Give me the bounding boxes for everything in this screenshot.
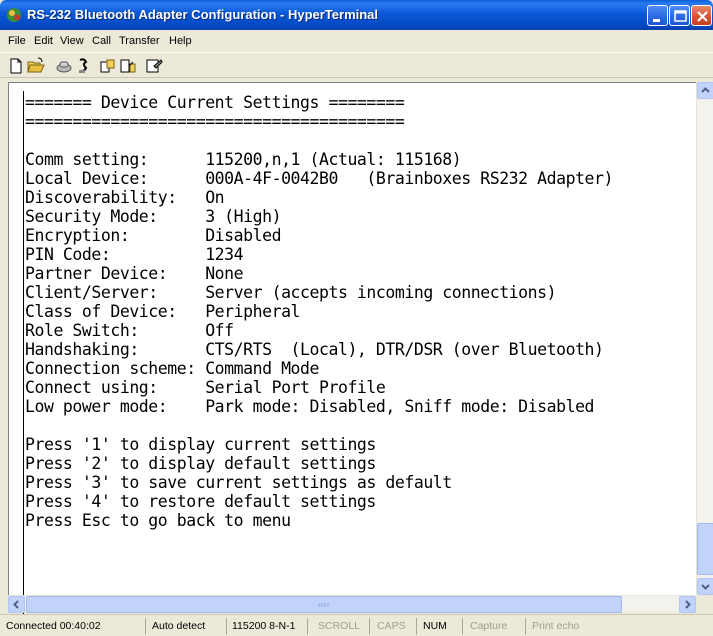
terminal-line: Local Device: 000A-4F-0042B0 (Brainboxes… xyxy=(25,169,613,188)
terminal-line: PIN Code: 1234 xyxy=(25,245,244,264)
terminal-line: Client/Server: Server (accepts incoming … xyxy=(25,283,557,302)
grip-icon xyxy=(318,603,329,607)
menu-view[interactable]: View xyxy=(60,35,84,47)
terminal-line: Press '4' to restore default settings xyxy=(25,492,376,511)
terminal-line: Handshaking: CTS/RTS (Local), DTR/DSR (o… xyxy=(25,340,604,359)
status-caps: CAPS xyxy=(377,618,417,635)
close-icon xyxy=(697,11,708,22)
terminal-line: Discoverability: On xyxy=(25,188,225,207)
receive-icon[interactable] xyxy=(118,56,138,76)
terminal-line: ======= Device Current Settings ======== xyxy=(25,93,405,112)
status-connected: Connected 00:40:02 xyxy=(6,618,146,635)
chevron-down-icon xyxy=(701,584,710,590)
terminal-line: Role Switch: Off xyxy=(25,321,234,340)
terminal-output[interactable]: ======= Device Current Settings ========… xyxy=(25,93,695,583)
send-icon[interactable] xyxy=(98,56,118,76)
terminal-line: Encryption: Disabled xyxy=(25,226,282,245)
chevron-right-icon xyxy=(685,600,691,609)
terminal-line: Connection scheme: Command Mode xyxy=(25,359,319,378)
status-num: NUM xyxy=(423,618,463,635)
terminal-line: Press '3' to save current settings as de… xyxy=(25,473,452,492)
menu-transfer[interactable]: Transfer xyxy=(119,35,160,47)
properties-icon[interactable] xyxy=(144,56,164,76)
minimize-icon xyxy=(653,19,660,22)
terminal-line: Connect using: Serial Port Profile xyxy=(25,378,386,397)
menu-bar: File Edit View Call Transfer Help xyxy=(0,30,713,52)
scroll-down-button[interactable] xyxy=(697,578,713,595)
chevron-left-icon xyxy=(13,600,19,609)
terminal-line: Press '1' to display current settings xyxy=(25,435,376,454)
hyperterminal-app-icon[interactable] xyxy=(6,7,22,23)
menu-edit[interactable]: Edit xyxy=(34,35,53,47)
scroll-left-button[interactable] xyxy=(8,596,25,613)
status-scroll: SCROLL xyxy=(318,618,370,635)
close-button[interactable] xyxy=(691,5,712,26)
menu-call[interactable]: Call xyxy=(92,35,111,47)
terminal-line: Class of Device: Peripheral xyxy=(25,302,301,321)
status-capture: Capture xyxy=(470,618,526,635)
horizontal-scrollbar[interactable] xyxy=(8,595,696,613)
maximize-button[interactable] xyxy=(669,5,690,26)
terminal-area[interactable]: ======= Device Current Settings ========… xyxy=(8,82,713,636)
open-icon[interactable] xyxy=(26,56,46,76)
toolbar xyxy=(0,52,713,78)
terminal-left-border xyxy=(23,91,24,636)
terminal-line: ======================================== xyxy=(25,112,405,131)
terminal-line: Security Mode: 3 (High) xyxy=(25,207,282,226)
menu-file[interactable]: File xyxy=(8,35,26,47)
terminal-line: Partner Device: None xyxy=(25,264,244,283)
terminal-line: Low power mode: Park mode: Disabled, Sni… xyxy=(25,397,595,416)
terminal-line: Comm setting: 115200,n,1 (Actual: 115168… xyxy=(25,150,462,169)
menu-help[interactable]: Help xyxy=(169,35,192,47)
chevron-up-icon xyxy=(701,87,710,93)
scroll-right-button[interactable] xyxy=(679,596,696,613)
status-settings: 115200 8-N-1 xyxy=(232,618,308,635)
status-bar: Connected 00:40:02 Auto detect 115200 8-… xyxy=(0,614,713,636)
new-icon[interactable] xyxy=(6,56,26,76)
terminal-line: Press '2' to display default settings xyxy=(25,454,376,473)
vertical-scroll-thumb[interactable] xyxy=(697,523,713,575)
status-print-echo: Print echo xyxy=(532,620,580,632)
vertical-scrollbar[interactable] xyxy=(696,82,713,595)
scroll-up-button[interactable] xyxy=(697,82,713,99)
maximize-icon xyxy=(674,10,687,22)
window-title: RS-232 Bluetooth Adapter Configuration -… xyxy=(27,7,379,22)
horizontal-scroll-thumb[interactable] xyxy=(26,596,622,613)
status-detect: Auto detect xyxy=(152,618,227,635)
terminal-line: Press Esc to go back to menu xyxy=(25,511,291,530)
disconnect-icon[interactable] xyxy=(74,56,94,76)
hyperterminal-window: RS-232 Bluetooth Adapter Configuration -… xyxy=(0,0,713,636)
minimize-button[interactable] xyxy=(647,5,668,26)
title-bar[interactable]: RS-232 Bluetooth Adapter Configuration -… xyxy=(0,0,713,30)
connect-icon[interactable] xyxy=(54,56,74,76)
